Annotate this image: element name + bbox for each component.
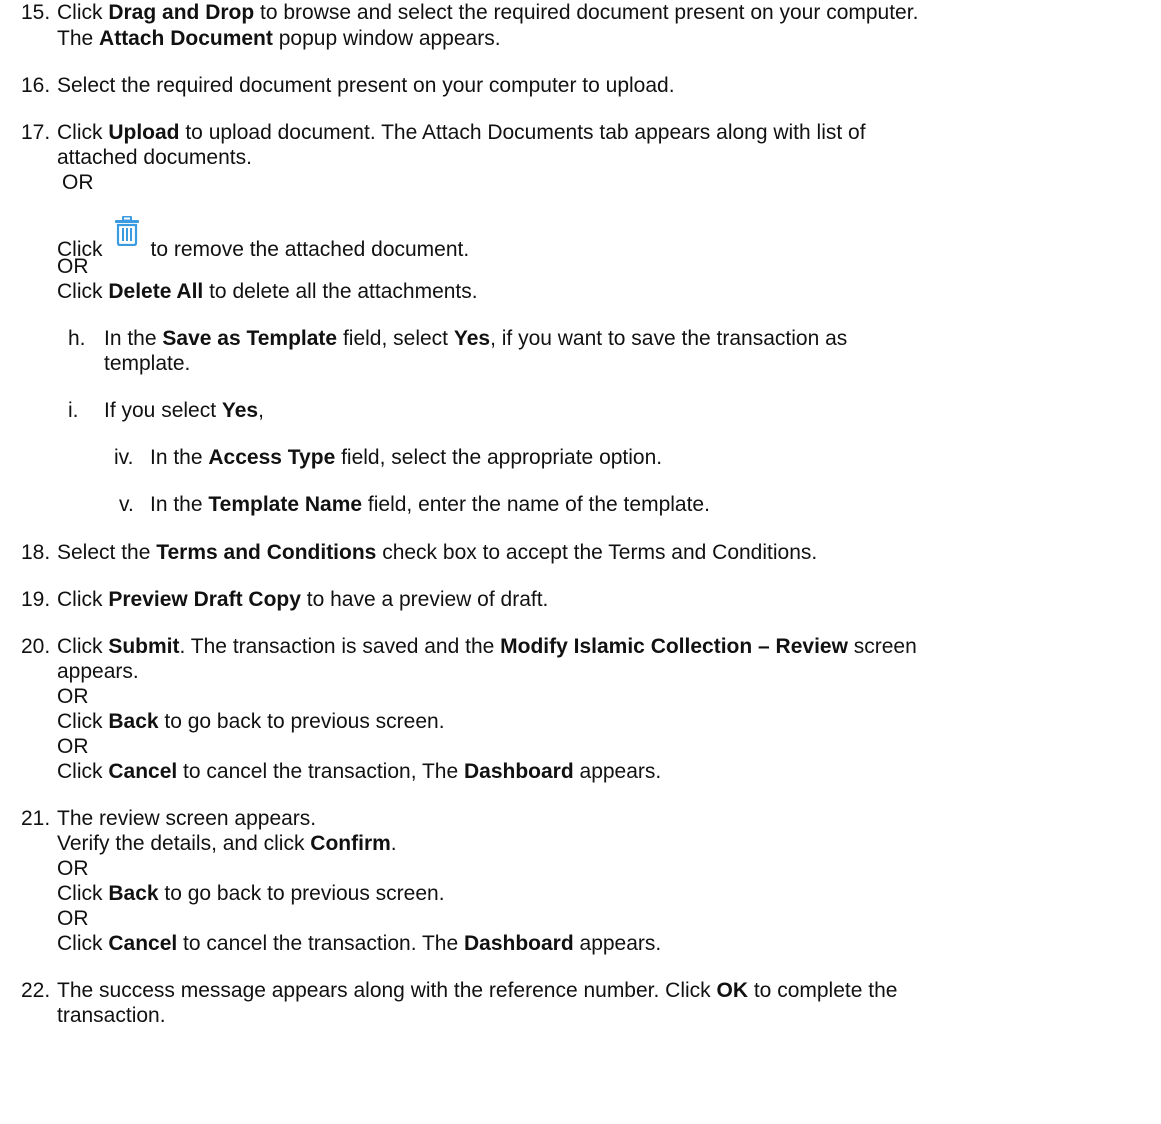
step-number: 18. [21, 541, 51, 564]
step-20-line-6: Click Cancel to cancel the transaction, … [57, 760, 662, 783]
substep-h-line-1: In the Save as Template field, select Ye… [104, 327, 848, 350]
step-21-line-4: Click Back to go back to previous screen… [57, 882, 445, 905]
step-number: 21. [21, 807, 51, 830]
or-separator: OR [57, 907, 89, 930]
substep-v-line-1: In the Template Name field, enter the na… [150, 493, 710, 516]
step-19-line-1: Click Preview Draft Copy to have a previ… [57, 588, 549, 611]
drag-and-drop-label: Drag and Drop [108, 1, 255, 24]
substep-i-line-1: If you select Yes, [104, 399, 264, 422]
step-15-line-2: The Attach Document popup window appears… [57, 27, 501, 50]
substep-letter: h. [68, 327, 86, 350]
substep-h-line-2: template. [104, 352, 191, 375]
step-number: 16. [21, 74, 51, 97]
step-20-line-2: appears. [57, 660, 139, 683]
step-number: 22. [21, 979, 51, 1002]
step-21-line-2: Verify the details, and click Confirm. [57, 832, 397, 855]
step-22-line-1: The success message appears along with t… [57, 979, 898, 1002]
or-separator: OR [62, 171, 94, 194]
substep-roman: v. [119, 493, 134, 516]
step-17-line-1: Click Upload to upload document. The Att… [57, 121, 866, 144]
step-number: 19. [21, 588, 51, 611]
step-17-line-2: attached documents. [57, 146, 252, 169]
step-number: 15. [21, 1, 51, 24]
step-15-line-1: Click Drag and Drop to browse and select… [57, 1, 919, 24]
or-separator: OR [57, 857, 89, 880]
step-21-line-1: The review screen appears. [57, 807, 317, 830]
or-separator: OR [57, 685, 89, 708]
or-separator: OR [57, 255, 89, 278]
step-number: 17. [21, 121, 51, 144]
step-17-trash-line: Click to remove the attached document. [57, 215, 469, 263]
step-21-line-6: Click Cancel to cancel the transaction. … [57, 932, 662, 955]
step-22-line-2: transaction. [57, 1004, 166, 1027]
step-18-line-1: Select the Terms and Conditions check bo… [57, 541, 818, 564]
trash-icon [113, 215, 141, 247]
substep-iv-line-1: In the Access Type field, select the app… [150, 446, 663, 469]
substep-roman: iv. [114, 446, 134, 469]
or-separator: OR [57, 735, 89, 758]
step-number: 20. [21, 635, 51, 658]
substep-letter: i. [68, 399, 79, 422]
step-17-line-5: Click Delete All to delete all the attac… [57, 280, 478, 303]
step-16-line-1: Select the required document present on … [57, 74, 675, 97]
step-20-line-4: Click Back to go back to previous screen… [57, 710, 445, 733]
step-20-line-1: Click Submit. The transaction is saved a… [57, 635, 917, 658]
